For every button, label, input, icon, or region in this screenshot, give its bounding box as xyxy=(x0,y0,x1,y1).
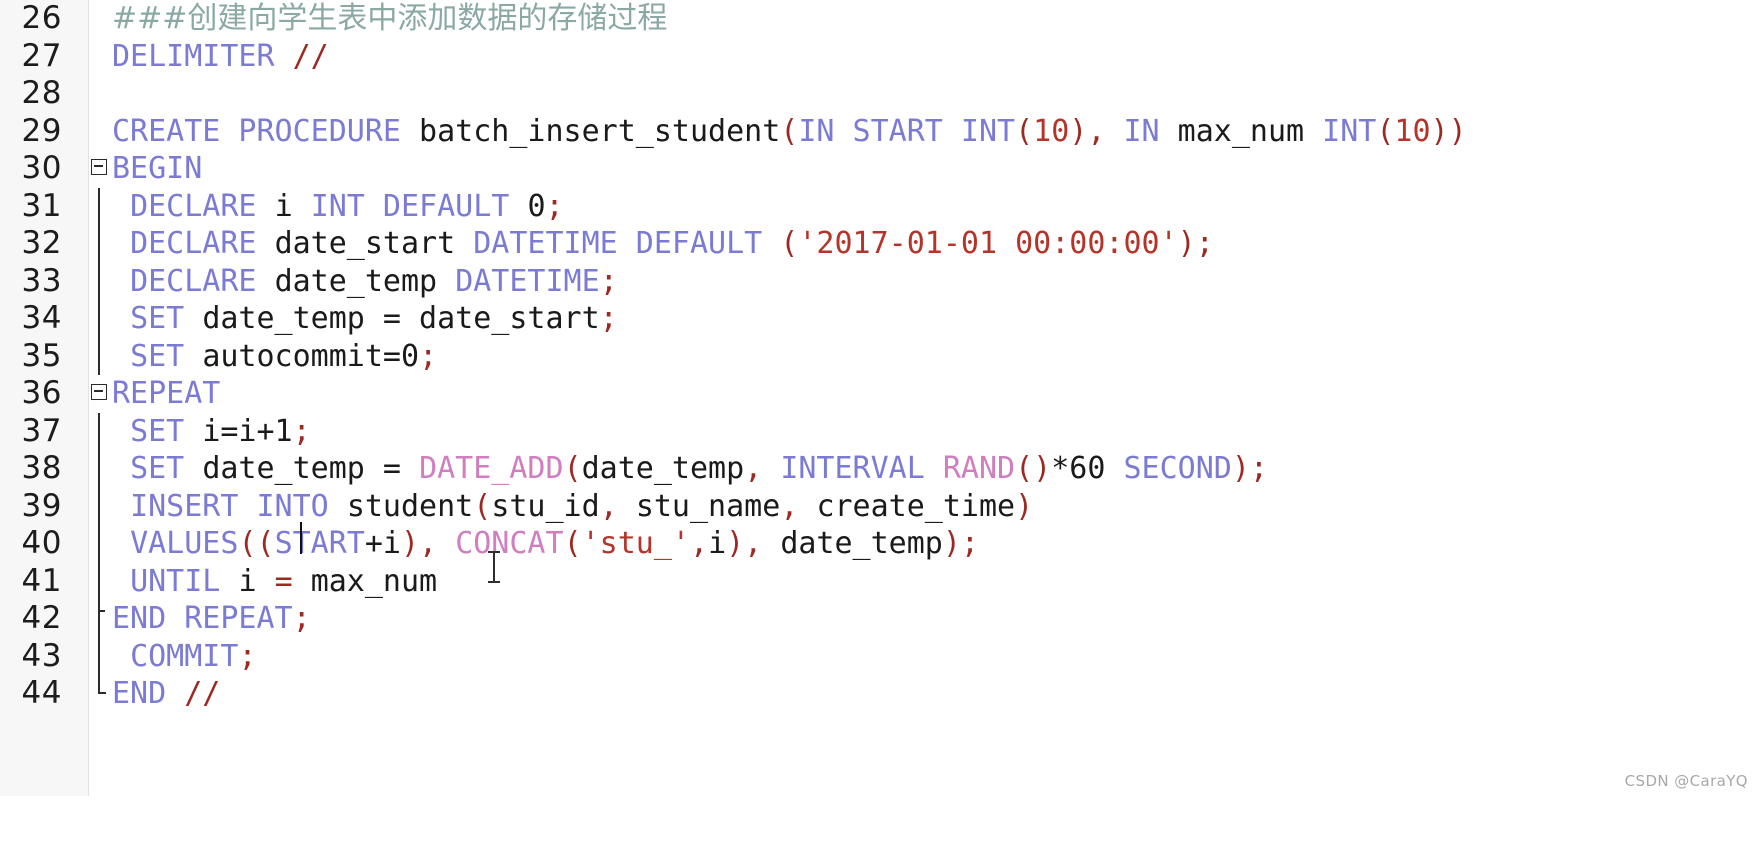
line-number: 28 xyxy=(21,75,62,111)
code-line[interactable]: 27 DELIMITER // xyxy=(0,38,1758,76)
code-line-text: DELIMITER // xyxy=(112,38,329,74)
code-line-text: COMMIT; xyxy=(130,638,257,674)
line-number: 35 xyxy=(21,337,62,374)
code-line[interactable]: 31 DECLARE i INT DEFAULT 0; xyxy=(0,187,1758,225)
code-line[interactable]: 42 END REPEAT; xyxy=(0,600,1758,638)
code-line[interactable]: 33 DECLARE date_temp DATETIME; xyxy=(0,262,1758,300)
collapse-icon[interactable] xyxy=(91,384,107,400)
code-line-text: REPEAT xyxy=(112,376,221,411)
fold-guide xyxy=(88,637,110,675)
text-cursor xyxy=(300,522,302,554)
fold-guide-line-icon xyxy=(98,225,100,263)
fold-guide-line-icon xyxy=(98,450,100,488)
code-line-text: SET i=i+1; xyxy=(130,413,311,449)
code-line-text: SET date_temp = date_start; xyxy=(130,301,618,336)
code-line-text: CREATE PROCEDURE batch_insert_student(IN… xyxy=(112,113,1467,149)
code-line-text: END REPEAT; xyxy=(112,601,311,636)
fold-guide-line-icon xyxy=(98,525,100,563)
line-number: 43 xyxy=(21,637,62,674)
fold-end-icon xyxy=(98,675,106,694)
fold-guide-line-icon xyxy=(98,562,100,600)
line-number: 39 xyxy=(21,487,62,524)
line-number: 36 xyxy=(21,375,62,411)
fold-guide xyxy=(88,300,110,338)
line-number: 30 xyxy=(21,150,62,186)
fold-guide-line-icon xyxy=(98,487,100,525)
code-line-text: BEGIN xyxy=(112,151,203,186)
fold-guide-line-icon xyxy=(98,337,100,375)
fold-guide-line-icon xyxy=(98,412,100,450)
code-line-text: UNTIL i = max_num xyxy=(130,563,438,599)
code-line[interactable]: 26 ###创建向学生表中添加数据的存储过程 xyxy=(0,0,1758,38)
fold-guide xyxy=(88,562,110,600)
fold-guide-line-icon xyxy=(98,187,100,225)
fold-guide xyxy=(88,525,110,563)
code-line[interactable]: 41 UNTIL i = max_num xyxy=(0,562,1758,600)
line-number: 38 xyxy=(21,450,62,486)
code-line-text: VALUES((START+i), CONCAT('stu_',i), date… xyxy=(130,526,979,561)
code-line[interactable]: 39 INSERT INTO student(stu_id, stu_name,… xyxy=(0,487,1758,525)
fold-end-marker-repeat[interactable] xyxy=(88,600,110,638)
code-line-text: DECLARE date_temp DATETIME; xyxy=(130,263,618,299)
code-line[interactable]: 43 COMMIT; xyxy=(0,637,1758,675)
i-beam-pointer-icon xyxy=(487,550,501,584)
line-number: 37 xyxy=(21,412,62,449)
line-number: 26 xyxy=(21,0,62,36)
line-number: 41 xyxy=(21,562,62,599)
code-line[interactable]: 40 VALUES((START+i), CONCAT('stu_',i), d… xyxy=(0,525,1758,563)
fold-marker-repeat[interactable] xyxy=(88,375,110,413)
code-line[interactable]: 36 REPEAT xyxy=(0,375,1758,413)
code-line[interactable]: 30 BEGIN xyxy=(0,150,1758,188)
fold-guide xyxy=(88,487,110,525)
code-line[interactable]: 35 SET autocommit=0; xyxy=(0,337,1758,375)
fold-guide xyxy=(88,412,110,450)
code-line[interactable]: 34 SET date_temp = date_start; xyxy=(0,300,1758,338)
fold-guide xyxy=(88,187,110,225)
fold-end-icon xyxy=(98,600,105,638)
collapse-icon[interactable] xyxy=(91,159,107,175)
code-editor[interactable]: 26 ###创建向学生表中添加数据的存储过程 27 DELIMITER // 2… xyxy=(0,0,1758,796)
fold-end-marker-begin[interactable] xyxy=(88,675,110,713)
fold-guide xyxy=(88,450,110,488)
code-line-text: ###创建向学生表中添加数据的存储过程 xyxy=(112,1,668,36)
fold-guide xyxy=(88,225,110,263)
code-line-text: END // xyxy=(112,676,221,711)
line-number: 32 xyxy=(21,225,62,261)
line-number: 27 xyxy=(21,37,62,74)
fold-guide-line-icon xyxy=(98,262,100,300)
code-line-text: SET date_temp = DATE_ADD(date_temp, INTE… xyxy=(130,451,1268,486)
code-line-text: INSERT INTO student(stu_id, stu_name, cr… xyxy=(130,488,1034,524)
code-line-text: DECLARE date_start DATETIME DEFAULT ('20… xyxy=(130,226,1214,261)
code-line[interactable]: 28 xyxy=(0,75,1758,113)
code-line[interactable]: 38 SET date_temp = DATE_ADD(date_temp, I… xyxy=(0,450,1758,488)
fold-guide xyxy=(88,262,110,300)
line-number: 34 xyxy=(21,300,62,336)
code-line[interactable]: 29 CREATE PROCEDURE batch_insert_student… xyxy=(0,113,1758,151)
watermark: CSDN @CaraYQ xyxy=(1624,772,1748,790)
code-line-text: DECLARE i INT DEFAULT 0; xyxy=(130,188,564,224)
line-number: 33 xyxy=(21,262,62,299)
fold-marker-begin[interactable] xyxy=(88,150,110,188)
fold-guide xyxy=(88,337,110,375)
line-number: 44 xyxy=(21,675,62,711)
code-line[interactable]: 37 SET i=i+1; xyxy=(0,412,1758,450)
fold-guide-line-icon xyxy=(98,637,100,675)
code-line-text: SET autocommit=0; xyxy=(130,338,438,374)
code-line[interactable]: 44 END // xyxy=(0,675,1758,713)
line-number: 31 xyxy=(21,187,62,224)
fold-guide-line-icon xyxy=(98,300,100,338)
line-number: 42 xyxy=(21,600,62,636)
line-number: 29 xyxy=(21,112,62,149)
line-number: 40 xyxy=(21,525,62,561)
code-content-area[interactable]: 26 ###创建向学生表中添加数据的存储过程 27 DELIMITER // 2… xyxy=(0,0,1758,796)
code-line[interactable]: 32 DECLARE date_start DATETIME DEFAULT (… xyxy=(0,225,1758,263)
